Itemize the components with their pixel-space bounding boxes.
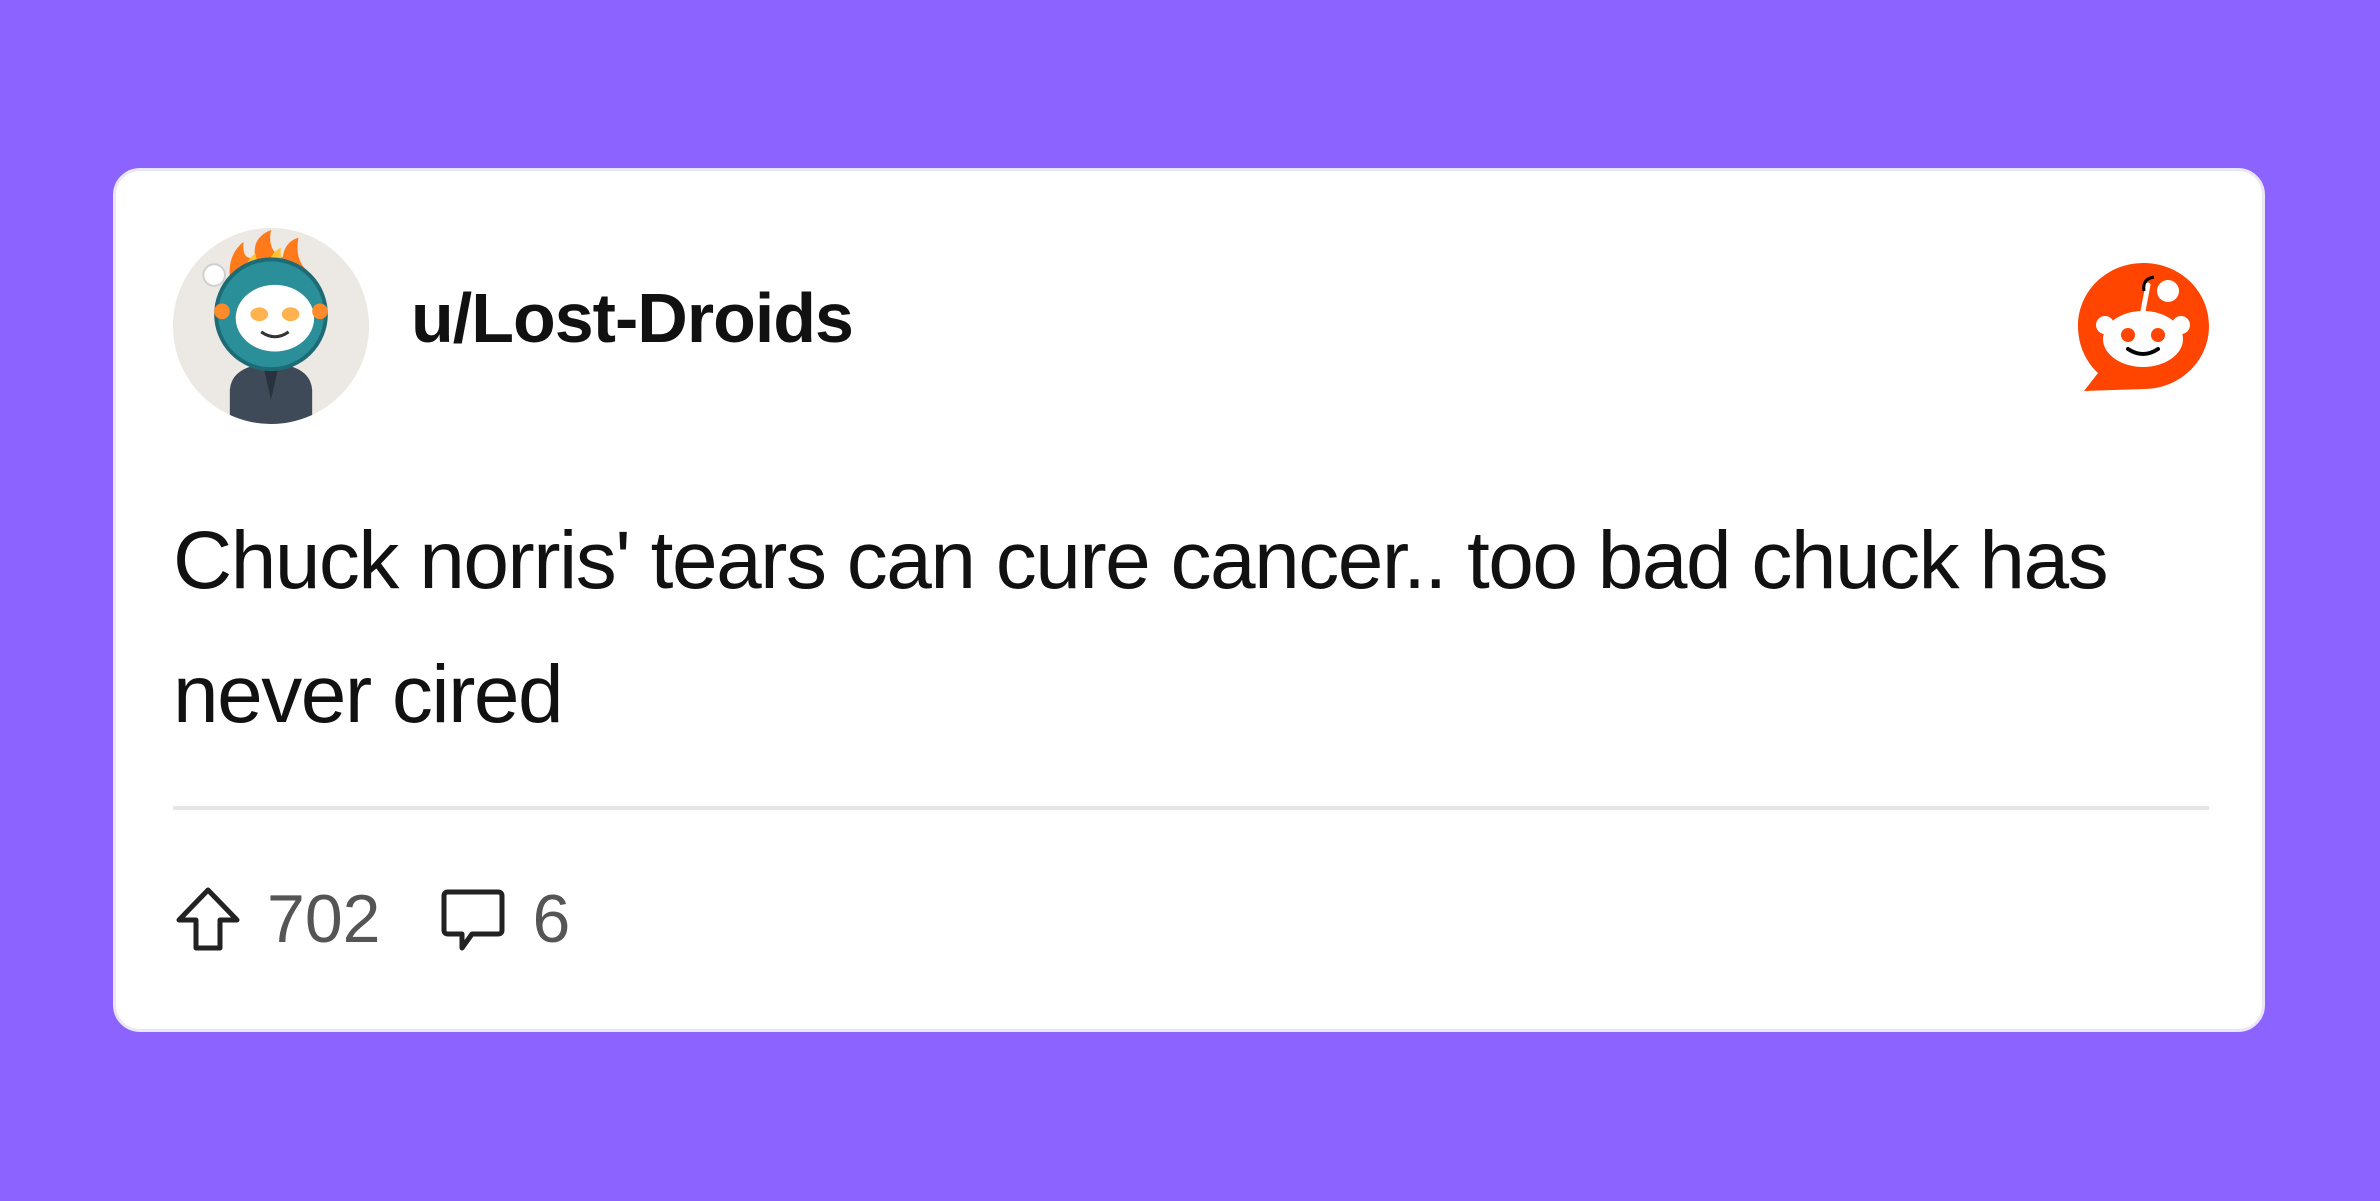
avatar-snoo-icon — [173, 228, 369, 424]
upvote-count: 702 — [267, 881, 381, 957]
post-card[interactable]: u/Lost-Droids Chuck norris' tears can cu… — [113, 168, 2265, 1032]
username[interactable]: u/Lost-Droids — [411, 283, 854, 353]
comment-bubble-icon[interactable] — [438, 884, 508, 954]
user-avatar[interactable] — [173, 228, 369, 424]
divider — [173, 806, 2209, 810]
upvote-arrow-icon[interactable] — [173, 884, 243, 954]
post-body-text: Chuck norris' tears can cure cancer.. to… — [173, 515, 2109, 740]
reddit-logo-icon — [2076, 261, 2211, 396]
post-stats: 702 6 — [173, 879, 628, 959]
comment-count: 6 — [532, 881, 571, 957]
